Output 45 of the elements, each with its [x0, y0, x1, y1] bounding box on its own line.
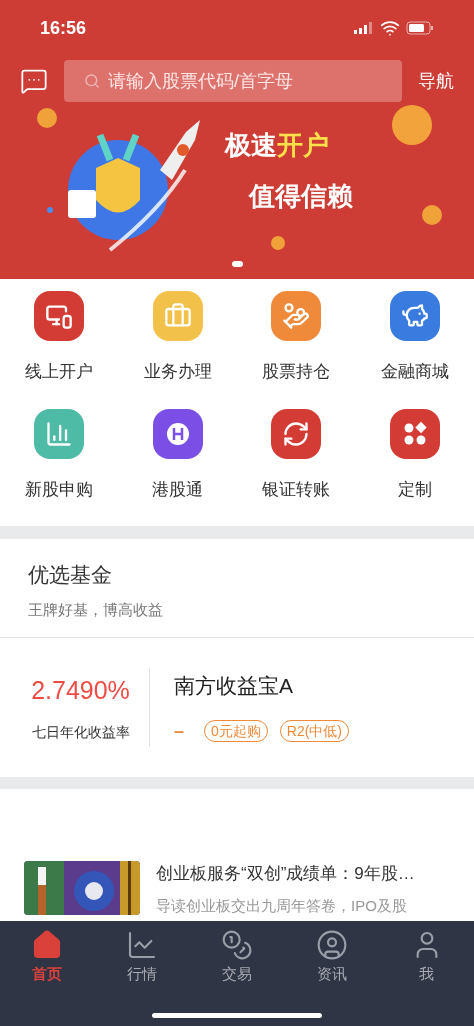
tab-item[interactable]: 交易 [189, 929, 285, 986]
fund-name: 南方收益宝A [174, 673, 294, 700]
section-title: 优选基金 [28, 562, 113, 588]
news-title: 创业板服务“双创”成绩单：9年股… [156, 863, 415, 885]
message-button[interactable] [20, 67, 48, 95]
shortcut-item[interactable]: 线上开户 [0, 291, 119, 385]
change-value: – [174, 719, 184, 743]
shortcut-item[interactable]: 业务办理 [118, 291, 237, 385]
shortcut-label: 新股申购 [25, 478, 94, 501]
tab-item[interactable]: 我 [379, 929, 474, 986]
banner-headline-highlight: 开户 [277, 129, 329, 162]
yield-rate: 2.7490% [31, 675, 130, 707]
person-circle-icon [315, 929, 348, 961]
shortcut-label: 金融商城 [380, 361, 449, 383]
piggy-bank-icon [400, 302, 429, 330]
shortcut-label: 定制 [397, 478, 432, 501]
shortcut-label: 港股通 [152, 478, 204, 501]
page-indicator[interactable] [231, 261, 243, 267]
battery-icon [406, 21, 434, 35]
nav-link[interactable]: 导航 [418, 67, 454, 95]
shortcut-item[interactable]: 金融商城 [355, 291, 474, 385]
transfer-arrows-icon [282, 419, 311, 448]
shortcut-item[interactable]: 股票持仓 [237, 291, 356, 385]
wifi-icon [380, 18, 400, 38]
section-subtitle: 王牌好基，博高收益 [28, 599, 164, 620]
shortcut-label: 业务办理 [143, 361, 212, 383]
news-summary: 导读创业板交出九周年答卷，IPO及股 [156, 895, 408, 916]
signal-icon [354, 22, 374, 34]
banner-tagline: 值得信赖 [249, 180, 353, 213]
search-field[interactable]: 请输入股票代码/首字母 [64, 60, 402, 102]
shortcut-item[interactable]: 定制 [355, 408, 474, 502]
shortcut-label: 股票持仓 [262, 361, 331, 383]
shortcut-label: 银证转账 [262, 478, 331, 501]
tab-item[interactable]: 资讯 [284, 929, 380, 986]
banner-headline: 极速 [225, 129, 277, 162]
status-time: 16:56 [40, 16, 87, 40]
search-icon [84, 73, 100, 89]
yield-label: 七日年化收益率 [31, 722, 130, 742]
shortcut-item[interactable]: 港股通 [118, 408, 237, 502]
shortcut-item[interactable]: 银证转账 [237, 408, 356, 502]
briefcase-icon [163, 302, 192, 330]
shortcut-label: 线上开户 [25, 361, 94, 383]
shortcut-item[interactable]: 新股申购 [0, 408, 119, 502]
tab-item[interactable]: 行情 [94, 929, 190, 986]
bar-chart-icon [45, 419, 74, 448]
